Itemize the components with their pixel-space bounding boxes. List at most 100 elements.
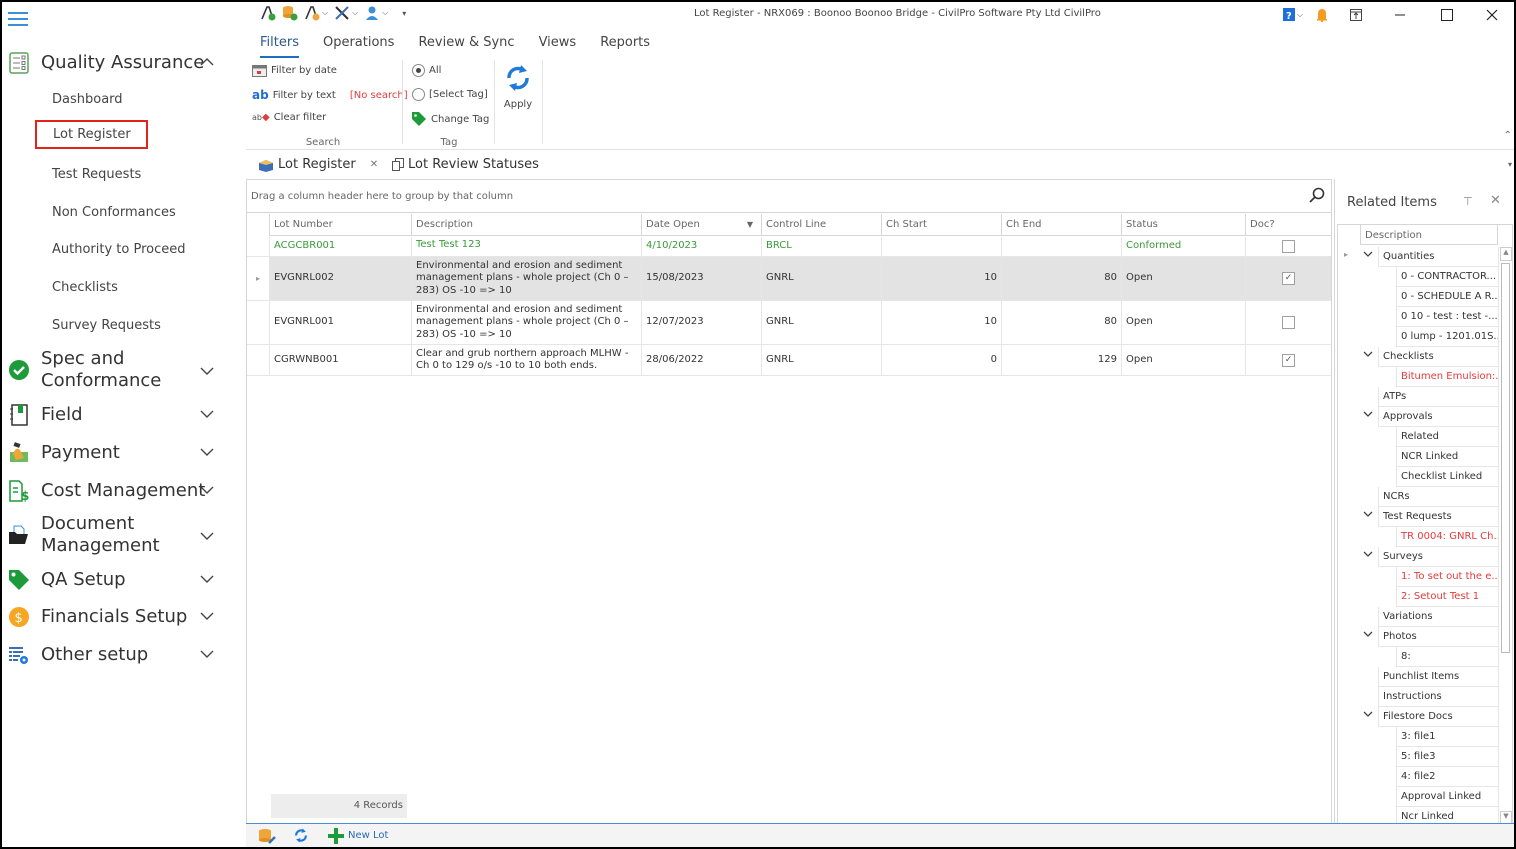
new-lot-button[interactable]: New Lot [328, 827, 388, 844]
cell-control-line[interactable]: GNRL [761, 345, 881, 375]
maximize-button[interactable] [1424, 4, 1470, 26]
tree-node[interactable]: Variations [1338, 607, 1500, 627]
database-sync-button[interactable] [282, 5, 298, 21]
customize-toolbar-dropdown[interactable]: ▾ [402, 9, 406, 18]
scroll-up-icon[interactable]: ▲ [1500, 247, 1512, 261]
sidebar-group-document-management[interactable]: Document Management [2, 513, 246, 557]
sidebar-item-lot-register[interactable]: Lot Register [35, 120, 148, 149]
cell-date-open[interactable]: 4/10/2023 [641, 237, 761, 256]
pin-icon[interactable]: ⊤ [1463, 195, 1473, 208]
cell-ch-end[interactable]: 129 [1001, 345, 1121, 375]
tree-node[interactable]: 4: file2 [1338, 767, 1500, 787]
column-header-ch-end[interactable]: Ch End [1001, 214, 1121, 235]
tree-node[interactable]: 0 - SCHEDULE A R... [1338, 287, 1500, 307]
column-header-ch-start[interactable]: Ch Start [881, 214, 1001, 235]
chevron-down-icon[interactable] [200, 408, 214, 422]
column-header-status[interactable]: Status [1121, 214, 1245, 235]
expand-chevron-icon[interactable] [1363, 550, 1373, 561]
cell-ch-start[interactable]: 10 [881, 301, 1001, 344]
sidebar-group-financials-setup[interactable]: $ Financials Setup [2, 605, 246, 629]
tree-node[interactable]: 5: file3 [1338, 747, 1500, 767]
cell-lot-number[interactable]: EVGNRL002 [269, 257, 411, 300]
search-icon[interactable] [1309, 187, 1325, 206]
tab-views[interactable]: Views [539, 32, 577, 56]
checkbox-unchecked[interactable] [1282, 240, 1295, 253]
tab-lot-register[interactable]: Lot Register ✕ [258, 157, 378, 172]
chevron-down-icon[interactable] [200, 573, 214, 587]
tree-node[interactable]: Approval Linked [1338, 787, 1500, 807]
checkbox-checked[interactable]: ✓ [1282, 272, 1295, 285]
cell-ch-end[interactable]: 80 [1001, 257, 1121, 300]
radio-unselected[interactable] [412, 88, 425, 101]
chevron-down-icon[interactable] [200, 365, 214, 379]
tree-node[interactable]: ATPs [1338, 387, 1500, 407]
cell-status[interactable]: Open [1121, 257, 1245, 300]
table-row[interactable]: EVGNRL001 Environmental and erosion and s… [247, 301, 1331, 345]
tab-filters[interactable]: Filters [260, 32, 299, 58]
table-row[interactable]: CGRWNB001 Clear and grub northern approac… [247, 345, 1331, 376]
cell-control-line[interactable]: GNRL [761, 257, 881, 300]
close-window-button[interactable] [1470, 4, 1514, 26]
row-indicator[interactable] [247, 237, 269, 256]
sidebar-item-test-requests[interactable]: Test Requests [52, 167, 141, 182]
tab-reports[interactable]: Reports [600, 32, 650, 56]
sort-descending-icon[interactable]: ▼ [747, 220, 753, 229]
cell-ch-start[interactable]: 0 [881, 345, 1001, 375]
sidebar-group-other-setup[interactable]: Other setup [2, 643, 246, 667]
account-dropdown[interactable]: ⌵ [364, 5, 388, 21]
tree-node[interactable]: ▸ Quantities [1338, 247, 1500, 267]
checkbox-checked[interactable]: ✓ [1282, 353, 1295, 367]
cell-control-line[interactable]: BRCL [761, 237, 881, 256]
tree-node[interactable]: 0 10 - test : test -... [1338, 307, 1500, 327]
change-tag-button[interactable]: Change Tag [412, 112, 489, 126]
cell-control-line[interactable]: GNRL [761, 301, 881, 344]
cell-ch-end[interactable] [1001, 237, 1121, 256]
tabs-dropdown-icon[interactable]: ▾ [1508, 160, 1512, 169]
cell-description[interactable]: Environmental and erosion and sediment m… [411, 301, 641, 344]
tree-node[interactable]: Filestore Docs [1338, 707, 1500, 727]
apply-button[interactable]: Apply [502, 64, 534, 110]
expand-chevron-icon[interactable] [1363, 710, 1373, 721]
tree-node[interactable]: Checklists [1338, 347, 1500, 367]
sidebar-item-non-conformances[interactable]: Non Conformances [52, 205, 176, 220]
cell-lot-number[interactable]: ACGCBR001 [269, 237, 411, 256]
tree-node[interactable]: Related [1338, 427, 1500, 447]
tools-dropdown[interactable]: ⌵ [334, 5, 358, 21]
notifications-button[interactable] [1308, 4, 1336, 26]
clear-filter-button[interactable]: ab◆ Clear filter [252, 112, 326, 123]
checkbox-unchecked[interactable] [1282, 316, 1295, 329]
cell-ch-start[interactable]: 10 [881, 257, 1001, 300]
scrollbar-thumb[interactable] [1501, 263, 1510, 653]
sidebar-item-survey-requests[interactable]: Survey Requests [52, 318, 161, 333]
expand-chevron-icon[interactable] [1363, 630, 1373, 641]
sidebar-group-qa-setup[interactable]: QA Setup [2, 568, 246, 592]
cell-ch-start[interactable] [881, 237, 1001, 256]
tree-node[interactable]: Photos [1338, 627, 1500, 647]
expand-chevron-icon[interactable] [1363, 510, 1373, 521]
tag-radio-all[interactable]: All [412, 64, 441, 77]
cell-lot-number[interactable]: EVGNRL001 [269, 301, 411, 344]
column-header-description[interactable]: Description [411, 214, 641, 235]
restore-layout-button[interactable] [1336, 4, 1376, 26]
tree-node[interactable]: TR 0004: GNRL Ch... [1338, 527, 1500, 547]
chevron-down-icon[interactable] [200, 530, 214, 544]
cell-status[interactable]: Conformed [1121, 237, 1245, 256]
tree-node[interactable]: 1: To set out the e... [1338, 567, 1500, 587]
tag-radio-select-tag[interactable]: [Select Tag] [412, 88, 488, 101]
help-dropdown[interactable]: ? ⌵ [1278, 4, 1308, 26]
vertical-scrollbar[interactable]: ▲ ▼ [1498, 247, 1512, 823]
cell-date-open[interactable]: 12/07/2023 [641, 301, 761, 344]
tree-node[interactable]: Checklist Linked [1338, 467, 1500, 487]
minimize-button[interactable] [1376, 4, 1424, 26]
tab-operations[interactable]: Operations [323, 32, 394, 56]
tree-node[interactable]: Punchlist Items [1338, 667, 1500, 687]
expand-chevron-icon[interactable] [1363, 250, 1373, 261]
tree-node[interactable]: NCRs [1338, 487, 1500, 507]
cell-status[interactable]: Open [1121, 301, 1245, 344]
expand-chevron-icon[interactable] [1363, 350, 1373, 361]
column-header-control-line[interactable]: Control Line [761, 214, 881, 235]
chevron-up-icon[interactable] [200, 56, 214, 70]
tree-node[interactable]: 0 - CONTRACTOR... [1338, 267, 1500, 287]
chevron-down-icon[interactable] [200, 610, 214, 624]
tree-node[interactable]: Bitumen Emulsion:... [1338, 367, 1500, 387]
